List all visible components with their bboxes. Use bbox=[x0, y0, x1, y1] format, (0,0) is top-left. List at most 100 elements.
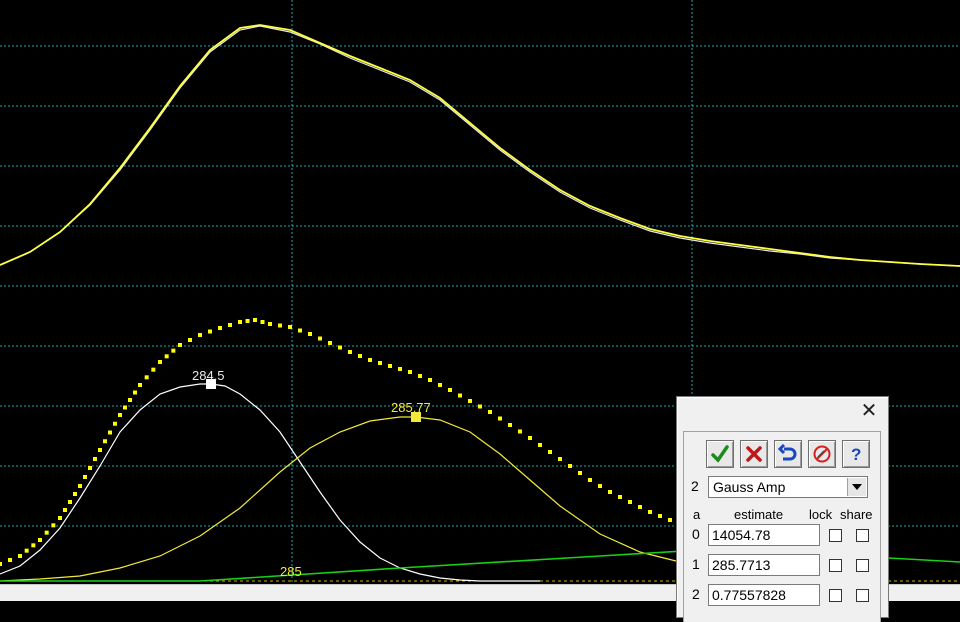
sum-point bbox=[628, 500, 632, 504]
share-checkbox[interactable] bbox=[856, 529, 869, 542]
sum-point bbox=[98, 448, 102, 452]
sum-point bbox=[31, 543, 36, 548]
spectrum-line bbox=[0, 25, 960, 267]
lock-checkbox[interactable] bbox=[829, 559, 842, 572]
estimate-field[interactable]: 14054.78 bbox=[708, 524, 820, 546]
sum-point bbox=[113, 421, 117, 426]
sum-point bbox=[8, 558, 12, 562]
sum-point bbox=[538, 443, 542, 447]
header-estimate: estimate bbox=[734, 507, 784, 522]
sum-point bbox=[68, 500, 72, 504]
sum-point bbox=[448, 388, 452, 392]
sum-point bbox=[218, 326, 222, 330]
sum-point bbox=[164, 354, 169, 359]
sum-point bbox=[328, 341, 332, 345]
sum-point bbox=[288, 325, 292, 329]
sum-point bbox=[358, 354, 362, 358]
share-checkbox[interactable] bbox=[856, 559, 869, 572]
sum-point bbox=[488, 410, 492, 414]
sum-point bbox=[38, 538, 42, 542]
header-share: share bbox=[840, 507, 873, 522]
peak-1-line bbox=[0, 383, 540, 582]
sum-point bbox=[178, 343, 182, 347]
help-icon[interactable]: ? bbox=[842, 440, 870, 468]
header-lock: lock bbox=[809, 507, 833, 522]
peak-1-label: 284.5 bbox=[192, 368, 225, 383]
svg-text:?: ? bbox=[851, 445, 861, 464]
sum-point bbox=[408, 370, 412, 374]
fit-parameters-dialog: ✕ ? 2 Gauss Amp a estimate lock share 0 … bbox=[676, 396, 889, 622]
sum-point bbox=[498, 416, 502, 421]
sum-point bbox=[93, 457, 97, 461]
sum-point bbox=[338, 345, 342, 350]
sum-point bbox=[528, 436, 532, 440]
function-index: 2 bbox=[691, 478, 699, 494]
sum-point bbox=[388, 364, 392, 368]
sum-point bbox=[63, 508, 67, 512]
header-a: a bbox=[693, 507, 701, 522]
sum-point bbox=[428, 378, 432, 382]
peak-2-line bbox=[0, 416, 681, 582]
sum-point bbox=[468, 399, 472, 403]
lock-checkbox[interactable] bbox=[829, 589, 842, 602]
sum-point bbox=[548, 450, 552, 454]
sum-point bbox=[245, 319, 250, 323]
sum-point bbox=[123, 405, 127, 410]
sum-point bbox=[51, 523, 56, 528]
sum-point bbox=[368, 358, 372, 362]
sum-point bbox=[0, 562, 2, 566]
sum-point bbox=[618, 495, 622, 499]
close-icon[interactable]: ✕ bbox=[860, 400, 878, 420]
undo-icon[interactable] bbox=[774, 440, 802, 468]
sum-point bbox=[638, 505, 642, 509]
sum-point bbox=[648, 510, 652, 514]
sum-point bbox=[58, 516, 62, 520]
x-icon[interactable] bbox=[740, 440, 768, 468]
sum-point bbox=[151, 367, 156, 372]
function-select[interactable]: Gauss Amp bbox=[708, 476, 868, 498]
no-edit-icon[interactable] bbox=[808, 440, 836, 468]
sum-point bbox=[171, 348, 176, 353]
sum-point bbox=[568, 464, 572, 468]
sum-point bbox=[44, 530, 49, 535]
sum-point bbox=[128, 398, 132, 402]
sum-point bbox=[18, 554, 22, 558]
sum-point bbox=[133, 390, 137, 395]
sum-point bbox=[198, 333, 202, 337]
sum-point bbox=[418, 374, 422, 378]
sum-point bbox=[238, 320, 242, 324]
sum-point bbox=[103, 439, 107, 444]
sum-point bbox=[478, 404, 482, 409]
function-select-value: Gauss Amp bbox=[713, 479, 786, 495]
chevron-down-icon bbox=[847, 478, 866, 496]
param-index: 0 bbox=[692, 526, 700, 542]
peak-2-label: 285.77 bbox=[391, 400, 431, 415]
sum-point bbox=[518, 429, 522, 434]
sum-point bbox=[188, 338, 192, 342]
lock-checkbox[interactable] bbox=[829, 529, 842, 542]
sum-point bbox=[318, 336, 322, 341]
check-icon[interactable] bbox=[706, 440, 734, 468]
estimate-field[interactable]: 0.77557828 bbox=[708, 584, 820, 606]
sum-point bbox=[108, 430, 112, 435]
sum-point bbox=[658, 514, 662, 518]
sum-point bbox=[118, 413, 122, 417]
x-tick-label: 285 bbox=[280, 564, 302, 579]
sum-point bbox=[588, 478, 592, 482]
estimate-field[interactable]: 285.7713 bbox=[708, 554, 820, 576]
share-checkbox[interactable] bbox=[856, 589, 869, 602]
sum-point bbox=[438, 383, 442, 387]
sum-point bbox=[578, 471, 582, 475]
peak-markers bbox=[206, 379, 421, 422]
sum-point bbox=[253, 318, 257, 322]
sum-point bbox=[668, 518, 672, 522]
sum-point bbox=[208, 329, 212, 334]
sum-point bbox=[308, 332, 312, 336]
sum-point bbox=[558, 457, 562, 461]
sum-point bbox=[508, 423, 512, 427]
sum-point bbox=[24, 548, 29, 553]
sum-point bbox=[260, 320, 265, 324]
sum-point bbox=[83, 475, 87, 479]
sum-point bbox=[268, 322, 272, 326]
sum-point bbox=[398, 367, 402, 371]
